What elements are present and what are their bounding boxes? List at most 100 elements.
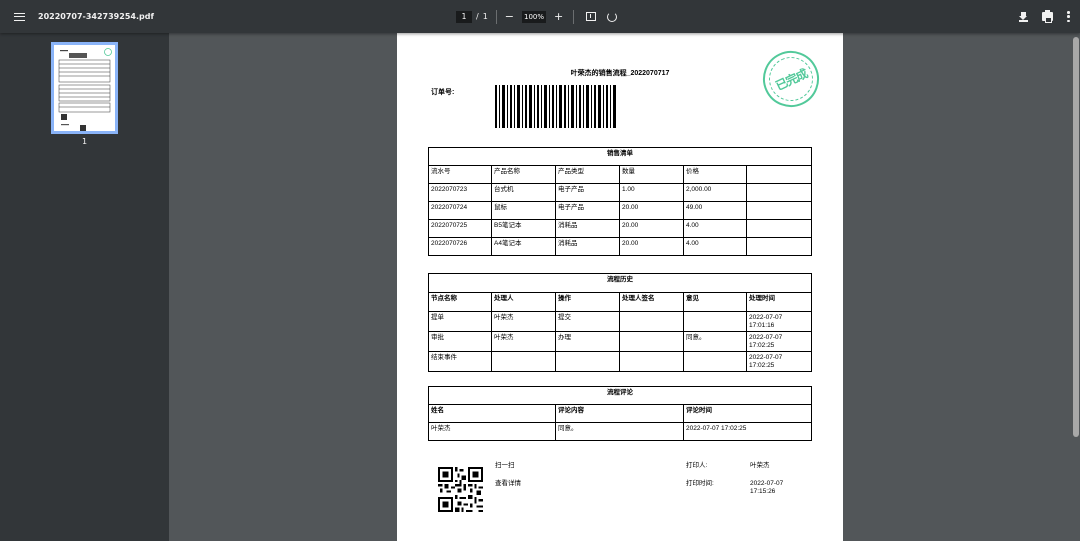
column-header: 价格 <box>683 165 747 184</box>
table-cell <box>745 237 813 256</box>
divider <box>495 9 497 24</box>
column-header: 数量 <box>619 165 684 184</box>
page-number-input[interactable]: 1 <box>456 10 472 23</box>
flow-history-table: 流程历史 节点名称 处理人 操作 处理人签名 意见 处理时间 提单 叶荣杰 提交… <box>427 273 813 372</box>
table-cell: 2022070725 <box>428 219 492 238</box>
table-row: 2022070725 B5笔记本 消耗品 20.00 4.00 <box>428 219 813 238</box>
fit-to-page-icon[interactable] <box>586 12 597 21</box>
table-cell: 同意。 <box>683 331 747 352</box>
table-cell: 49.00 <box>683 201 747 220</box>
table-cell: 叶荣杰 <box>491 311 556 332</box>
column-header: 产品类型 <box>555 165 620 184</box>
print-icon[interactable] <box>1042 10 1053 23</box>
table-cell: 2022-07-07 17:01:16 <box>745 311 813 332</box>
table-cell: 20.00 <box>619 237 684 256</box>
table-row: 2022070723 台式机 电子产品 1.00 2,000.00 <box>428 183 813 202</box>
column-header: 操作 <box>555 292 620 312</box>
table-cell: 2022-07-07 17:02:25 <box>682 422 813 441</box>
table-cell: 1.00 <box>619 183 684 202</box>
menu-button[interactable] <box>0 0 38 33</box>
table-cell <box>683 351 747 372</box>
table-cell: 消耗品 <box>555 237 620 256</box>
zoom-in-button[interactable]: + <box>554 11 563 22</box>
table-cell: 电子产品 <box>555 183 620 202</box>
table-cell <box>745 219 813 238</box>
table-cell: 提交 <box>555 311 620 332</box>
print-time-label: 打印时间: <box>686 480 714 487</box>
column-header: 意见 <box>683 292 747 312</box>
thumbnail-preview <box>58 48 112 131</box>
table-cell: A4笔记本 <box>491 237 556 256</box>
printer-value: 叶荣杰 <box>750 462 770 469</box>
table-caption: 流程历史 <box>427 273 813 293</box>
thumbnail-page-number: 1 <box>81 137 88 146</box>
pdf-page: 叶荣杰的销售流程_2022070717 订单号: 已完成 销售清单 流水号 产品… <box>397 33 843 541</box>
table-cell: 提单 <box>428 311 492 332</box>
table-header-row: 节点名称 处理人 操作 处理人签名 意见 处理时间 <box>428 292 813 312</box>
flow-comments-table: 流程评论 姓名 评论内容 评论时间 叶荣杰 同意。 2022-07-07 17:… <box>427 386 813 441</box>
table-cell: 台式机 <box>491 183 556 202</box>
table-cell: 2022070724 <box>428 201 492 220</box>
table-cell: 消耗品 <box>555 219 620 238</box>
table-cell: 4.00 <box>683 237 747 256</box>
table-header-row: 流水号 产品名称 产品类型 数量 价格 <box>428 165 813 184</box>
table-caption: 销售清单 <box>427 147 813 166</box>
page-thumbnail[interactable] <box>51 42 118 134</box>
more-options-icon[interactable] <box>1067 11 1070 22</box>
scan-label: 扫一扫 <box>495 462 515 469</box>
table-cell: 叶荣杰 <box>428 422 556 441</box>
zoom-input[interactable]: 100% <box>522 10 547 23</box>
column-header: 产品名称 <box>491 165 556 184</box>
table-cell <box>745 183 813 202</box>
table-cell: 审批 <box>428 331 492 352</box>
table-cell <box>619 311 684 332</box>
column-header: 评论时间 <box>682 404 813 423</box>
table-cell: 2022070723 <box>428 183 492 202</box>
table-cell <box>619 351 684 372</box>
pdf-toolbar: 20220707-342739254.pdf 1 / 1 − 100% + <box>0 0 1080 33</box>
table-cell <box>619 331 684 352</box>
vertical-scrollbar[interactable] <box>1072 33 1080 541</box>
column-header: 处理人 <box>491 292 556 312</box>
table-cell: 办理 <box>555 331 620 352</box>
table-cell: 结束事件 <box>428 351 492 372</box>
qr-code <box>438 467 483 512</box>
table-cell <box>745 201 813 220</box>
table-row: 叶荣杰 同意。 2022-07-07 17:02:25 <box>428 422 813 441</box>
table-cell: 2022-07-07 17:02:25 <box>745 331 813 352</box>
page-separator: / <box>476 12 479 21</box>
table-cell: 2,000.00 <box>683 183 747 202</box>
table-cell: 20.00 <box>619 201 684 220</box>
zoom-out-button[interactable]: − <box>505 11 514 22</box>
page-controls: 1 / 1 − 100% + <box>456 0 618 33</box>
hamburger-icon <box>13 12 25 21</box>
table-cell: 叶荣杰 <box>491 331 556 352</box>
column-header: 流水号 <box>428 165 492 184</box>
divider <box>573 9 575 24</box>
column-header: 处理时间 <box>745 292 813 312</box>
file-name: 20220707-342739254.pdf <box>38 12 154 21</box>
table-row: 审批 叶荣杰 办理 同意。 2022-07-07 17:02:25 <box>428 331 813 352</box>
table-cell: 2022-07-07 17:02:25 <box>745 351 813 372</box>
column-header: 评论内容 <box>555 404 684 423</box>
stamp-text: 已完成 <box>761 49 821 109</box>
column-header <box>745 165 813 184</box>
column-header: 处理人签名 <box>619 292 684 312</box>
printer-label: 打印人: <box>686 462 708 469</box>
table-cell <box>491 351 556 372</box>
toolbar-actions <box>1019 0 1070 33</box>
sales-list-table: 销售清单 流水号 产品名称 产品类型 数量 价格 2022070723 台式机 … <box>427 147 813 256</box>
table-cell: 20.00 <box>619 219 684 238</box>
table-header-row: 姓名 评论内容 评论时间 <box>428 404 813 423</box>
table-cell: 4.00 <box>683 219 747 238</box>
table-cell <box>555 351 620 372</box>
view-details-link[interactable]: 查看详情 <box>495 480 521 488</box>
rotate-icon[interactable] <box>607 11 618 22</box>
table-cell <box>683 311 747 332</box>
table-caption: 流程评论 <box>427 386 813 405</box>
table-row: 2022070724 鼠标 电子产品 20.00 49.00 <box>428 201 813 220</box>
scrollbar-thumb[interactable] <box>1073 37 1079 437</box>
download-icon[interactable] <box>1019 11 1028 22</box>
column-header: 节点名称 <box>428 292 492 312</box>
table-cell: B5笔记本 <box>491 219 556 238</box>
